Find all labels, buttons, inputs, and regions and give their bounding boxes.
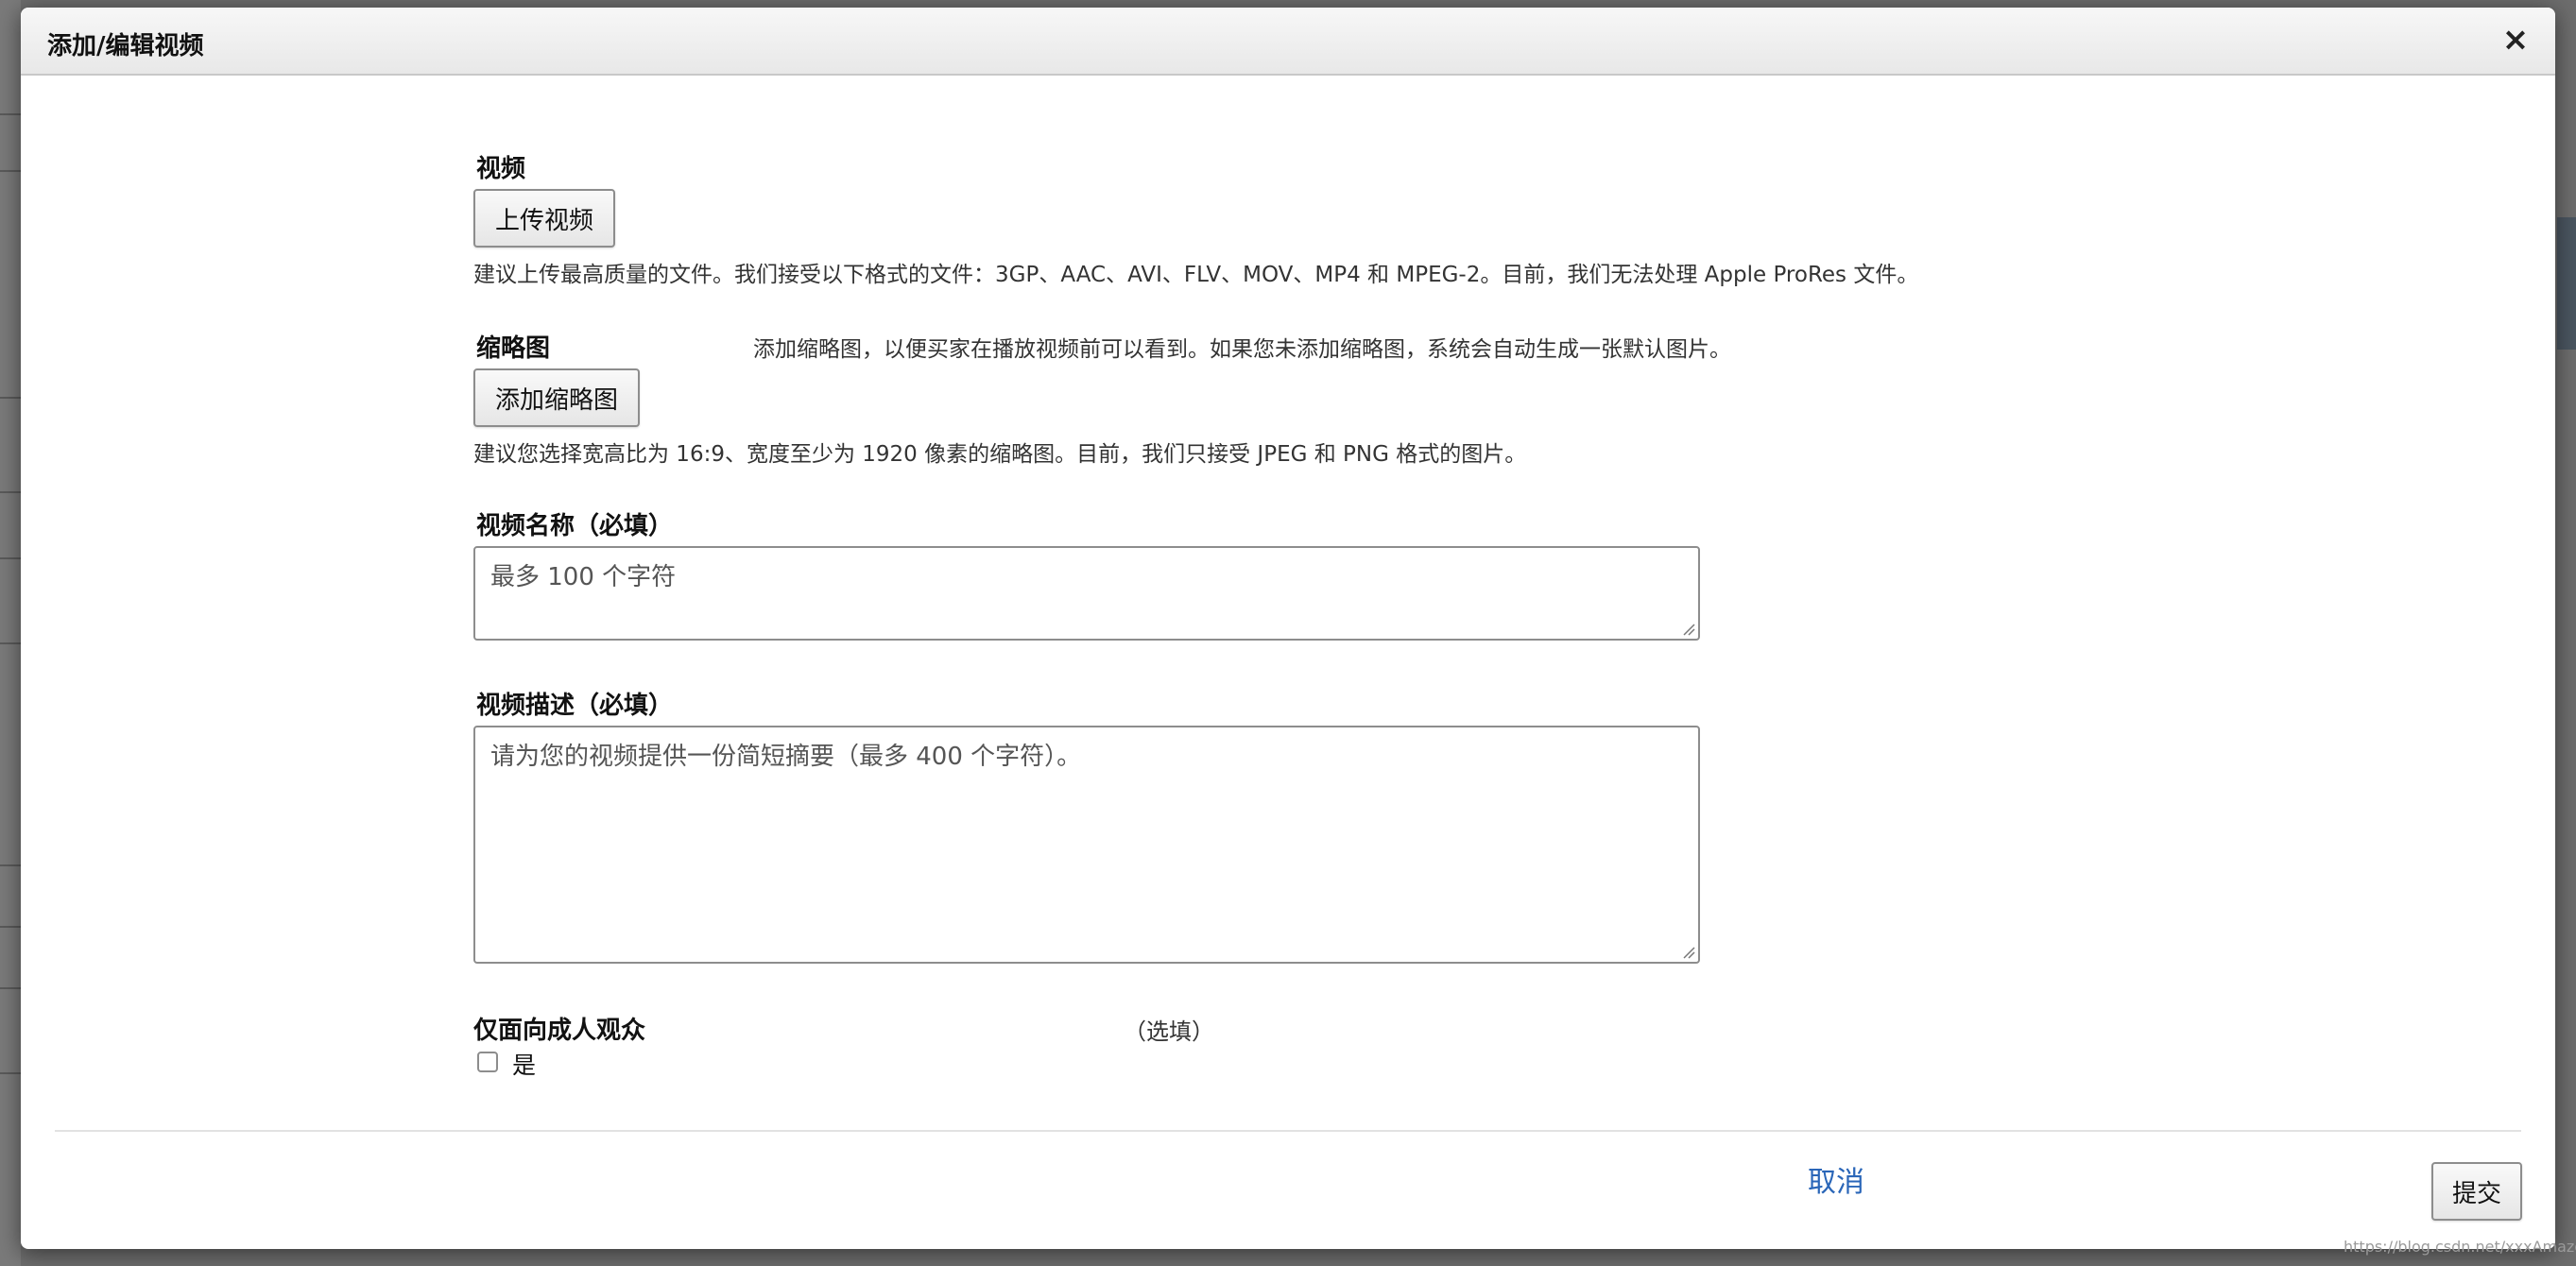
background-divider (0, 397, 21, 399)
background-divider (0, 642, 21, 644)
background-divider (0, 491, 21, 493)
video-name-placeholder: 最多 100 个字符 (490, 563, 677, 591)
resize-grip-icon[interactable] (1682, 623, 1695, 636)
dialog-title: 添加/编辑视频 (47, 32, 204, 60)
background-divider (0, 113, 21, 115)
add-thumbnail-button[interactable]: 添加缩略图 (473, 368, 640, 427)
footer-divider (55, 1130, 2521, 1132)
video-label: 视频 (476, 155, 526, 183)
background-divider (0, 926, 21, 928)
video-description-placeholder: 请为您的视频提供一份简短摘要（最多 400 个字符）。 (490, 743, 1082, 771)
resize-grip-icon[interactable] (1682, 946, 1695, 959)
video-description-label: 视频描述（必填） (476, 692, 674, 720)
dialog-header: 添加/编辑视频 × (21, 8, 2555, 76)
video-name-input[interactable]: 最多 100 个字符 (473, 546, 1700, 641)
close-icon[interactable]: × (2499, 21, 2533, 59)
video-hint: 建议上传最高质量的文件。我们接受以下格式的文件：3GP、AAC、AVI、FLV、… (473, 263, 1919, 287)
thumbnail-label: 缩略图 (476, 334, 551, 363)
optional-label: （选填） (1124, 1018, 1214, 1045)
background-divider (0, 557, 21, 559)
watermark-text: https://blog.csdn.net/xxxAmazon (2344, 1238, 2576, 1256)
cancel-link[interactable]: 取消 (1808, 1158, 1864, 1200)
background-divider (0, 864, 21, 866)
add-edit-video-dialog: 添加/编辑视频 × 视频 上传视频 建议上传最高质量的文件。我们接受以下格式的文… (21, 8, 2555, 1249)
background-divider (0, 987, 21, 989)
background-strip (0, 0, 21, 1266)
adult-only-checkbox-label[interactable]: 是 (512, 1047, 536, 1081)
thumbnail-side-hint: 添加缩略图，以便买家在播放视频前可以看到。如果您未添加缩略图，系统会自动生成一张… (753, 337, 1731, 362)
background-panel (2557, 217, 2576, 350)
video-name-label: 视频名称（必填） (476, 512, 674, 540)
background-divider (0, 170, 21, 172)
thumbnail-hint: 建议您选择宽高比为 16:9、宽度至少为 1920 像素的缩略图。目前，我们只接… (473, 442, 1527, 467)
video-description-input[interactable]: 请为您的视频提供一份简短摘要（最多 400 个字符）。 (473, 726, 1700, 964)
upload-video-button[interactable]: 上传视频 (473, 189, 615, 248)
adult-only-checkbox[interactable] (477, 1052, 498, 1072)
adult-only-label: 仅面向成人观众 (473, 1017, 646, 1045)
background-divider (0, 1072, 21, 1074)
submit-button[interactable]: 提交 (2431, 1162, 2522, 1221)
